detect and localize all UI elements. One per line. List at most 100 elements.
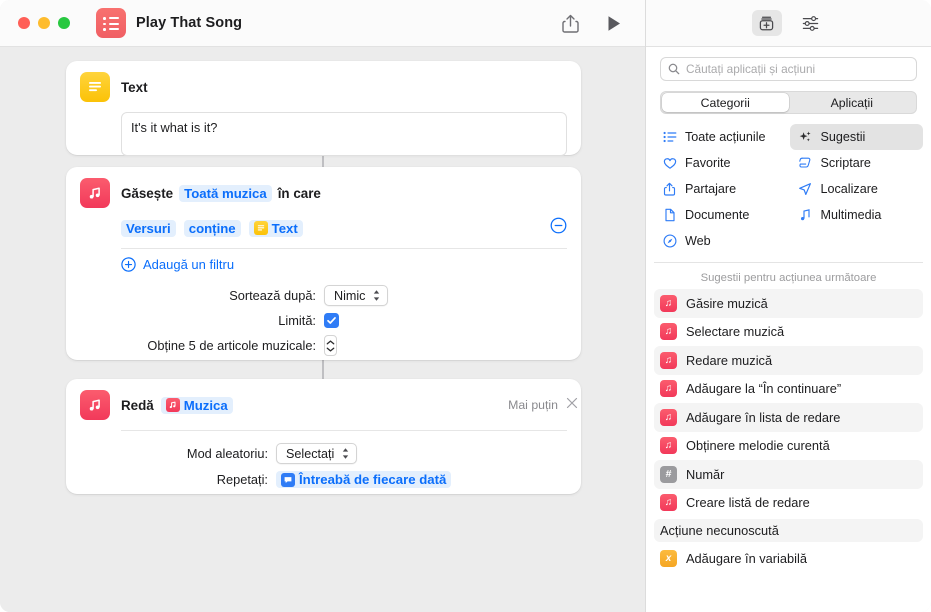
chevron-updown-icon xyxy=(374,290,380,301)
close-window-button[interactable] xyxy=(18,17,30,29)
safari-compass-icon xyxy=(662,234,677,248)
action-library-icon[interactable] xyxy=(751,10,782,36)
music-action-icon: ♫ xyxy=(660,408,677,426)
category-label: Toate acțiunile xyxy=(685,130,766,144)
minimize-window-button[interactable] xyxy=(38,17,50,29)
search-placeholder: Căutați aplicații și acțiuni xyxy=(686,62,816,76)
suggestions-list: ♫ Găsire muzică ♫ Selectare muzică ♫ Red… xyxy=(646,289,931,517)
item-count-stepper[interactable] xyxy=(324,335,337,356)
add-filter-button[interactable]: Adaugă un filtru xyxy=(121,257,581,272)
close-icon[interactable] xyxy=(565,396,579,415)
zoom-window-button[interactable] xyxy=(58,17,70,29)
music-action-icon xyxy=(80,390,110,420)
music-source-token[interactable]: Toată muzica xyxy=(179,184,272,202)
category-grid: Toate acțiunile Sugestii Favorite Script… xyxy=(654,124,923,263)
play-target-label: Muzica xyxy=(183,397,228,413)
sparkles-icon xyxy=(798,130,813,144)
shuffle-select[interactable]: Selectați xyxy=(276,443,358,464)
action-card-play-music[interactable]: Redă Muzica Mai puțin Mod aleatoriu: Sel… xyxy=(66,379,581,494)
show-less-button[interactable]: Mai puțin xyxy=(508,398,558,412)
scroll-icon xyxy=(798,156,813,170)
document-icon xyxy=(662,208,677,222)
filter-value-label: Text xyxy=(271,220,298,236)
category-label: Web xyxy=(685,234,711,248)
plus-circle-icon xyxy=(121,257,136,272)
music-action-icon: ♫ xyxy=(660,323,677,341)
tab-aplicatii[interactable]: Aplicații xyxy=(789,93,916,112)
sort-by-value: Nimic xyxy=(334,288,366,303)
sort-by-label: Sortează după: xyxy=(229,288,316,303)
limit-checkbox[interactable] xyxy=(324,313,339,328)
list-item[interactable]: ♫ Adăugare în lista de redare xyxy=(654,403,923,432)
workflow-canvas: Text It's it what is it? Găsește Toată m… xyxy=(0,47,645,612)
location-arrow-icon xyxy=(798,182,813,196)
music-action-icon: ♫ xyxy=(660,351,677,369)
variable-action-icon: x xyxy=(660,549,677,567)
minus-circle-icon[interactable] xyxy=(550,217,567,239)
share-icon xyxy=(662,182,677,196)
list-item[interactable]: ♫ Găsire muzică xyxy=(654,289,923,318)
list-item-label: Creare listă de redare xyxy=(686,495,810,511)
category-toate-actiunile[interactable]: Toate acțiunile xyxy=(654,124,788,150)
filter-field-token[interactable]: Versuri xyxy=(121,219,176,237)
list-item[interactable]: # Număr xyxy=(654,460,923,489)
chevron-up-icon xyxy=(326,339,335,344)
list-item-label: Găsire muzică xyxy=(686,295,768,311)
music-action-icon: ♫ xyxy=(660,380,677,398)
category-favorite[interactable]: Favorite xyxy=(654,150,788,176)
list-item[interactable]: ♫ Adăugare la “În continuare” xyxy=(654,375,923,404)
shuffle-value: Selectați xyxy=(286,446,335,461)
action-card-text[interactable]: Text It's it what is it? xyxy=(66,61,581,156)
item-count-label: Obține 5 de articole muzicale: xyxy=(147,338,316,353)
action-card-find-music[interactable]: Găsește Toată muzica în care Versuri con… xyxy=(66,167,581,360)
music-action-icon: ♫ xyxy=(660,294,677,312)
filter-operator-token[interactable]: conține xyxy=(183,219,241,237)
titlebar-actions xyxy=(559,12,625,34)
play-target-token[interactable]: Muzica xyxy=(160,396,233,414)
category-documente[interactable]: Documente xyxy=(654,202,788,228)
category-scriptare[interactable]: Scriptare xyxy=(790,150,924,176)
action-title: Găsește xyxy=(121,185,174,201)
shortcut-details-icon[interactable] xyxy=(796,10,826,36)
tab-categorii[interactable]: Categorii xyxy=(662,93,789,112)
category-multimedia[interactable]: Multimedia xyxy=(790,202,924,228)
list-item[interactable]: x Adăugare în variabilă xyxy=(654,544,923,573)
limit-label: Limită: xyxy=(278,313,316,328)
category-label: Documente xyxy=(685,208,750,222)
section-header-unknown-action: Acțiune necunoscută xyxy=(654,519,923,542)
category-sugestii[interactable]: Sugestii xyxy=(789,124,923,150)
list-item-label: Adăugare în variabilă xyxy=(686,550,807,566)
list-item-label: Redare muzică xyxy=(686,352,773,368)
list-item[interactable]: ♫ Redare muzică xyxy=(654,346,923,375)
music-variable-icon xyxy=(165,398,180,412)
list-item-label: Obținere melodie curentă xyxy=(686,438,830,454)
share-icon[interactable] xyxy=(559,12,581,34)
list-item[interactable]: ♫ Obținere melodie curentă xyxy=(654,432,923,461)
repeat-value: Întreabă de fiecare dată xyxy=(299,472,447,487)
list-item-label: Adăugare în lista de redare xyxy=(686,409,841,425)
number-action-icon: # xyxy=(660,465,677,483)
suggestions-header: Sugestii pentru acțiunea următoare xyxy=(700,272,877,284)
text-variable-icon xyxy=(253,221,268,235)
category-partajare[interactable]: Partajare xyxy=(654,176,788,202)
music-action-icon xyxy=(80,178,110,208)
connector-line xyxy=(322,360,324,380)
music-action-icon: ♫ xyxy=(660,494,677,512)
repeat-token[interactable]: Întreabă de fiecare dată xyxy=(276,471,452,488)
list-item[interactable]: ♫ Selectare muzică xyxy=(654,318,923,347)
category-web[interactable]: Web xyxy=(654,228,788,254)
shuffle-label: Mod aleatoriu: xyxy=(186,446,268,461)
repeat-label: Repetați: xyxy=(216,472,268,487)
list-item[interactable]: ♫ Creare listă de redare xyxy=(654,489,923,518)
category-label: Partajare xyxy=(685,182,737,196)
play-icon[interactable] xyxy=(603,12,625,34)
action-title: Redă xyxy=(121,397,154,413)
chevron-updown-icon xyxy=(343,448,349,459)
library-toolbar xyxy=(646,0,931,47)
category-label: Localizare xyxy=(820,182,878,196)
category-localizare[interactable]: Localizare xyxy=(790,176,924,202)
filter-value-token[interactable]: Text xyxy=(248,219,303,237)
search-input[interactable]: Căutați aplicații și acțiuni xyxy=(660,57,917,81)
sort-by-select[interactable]: Nimic xyxy=(324,285,389,306)
text-input-field[interactable]: It's it what is it? xyxy=(121,112,567,156)
